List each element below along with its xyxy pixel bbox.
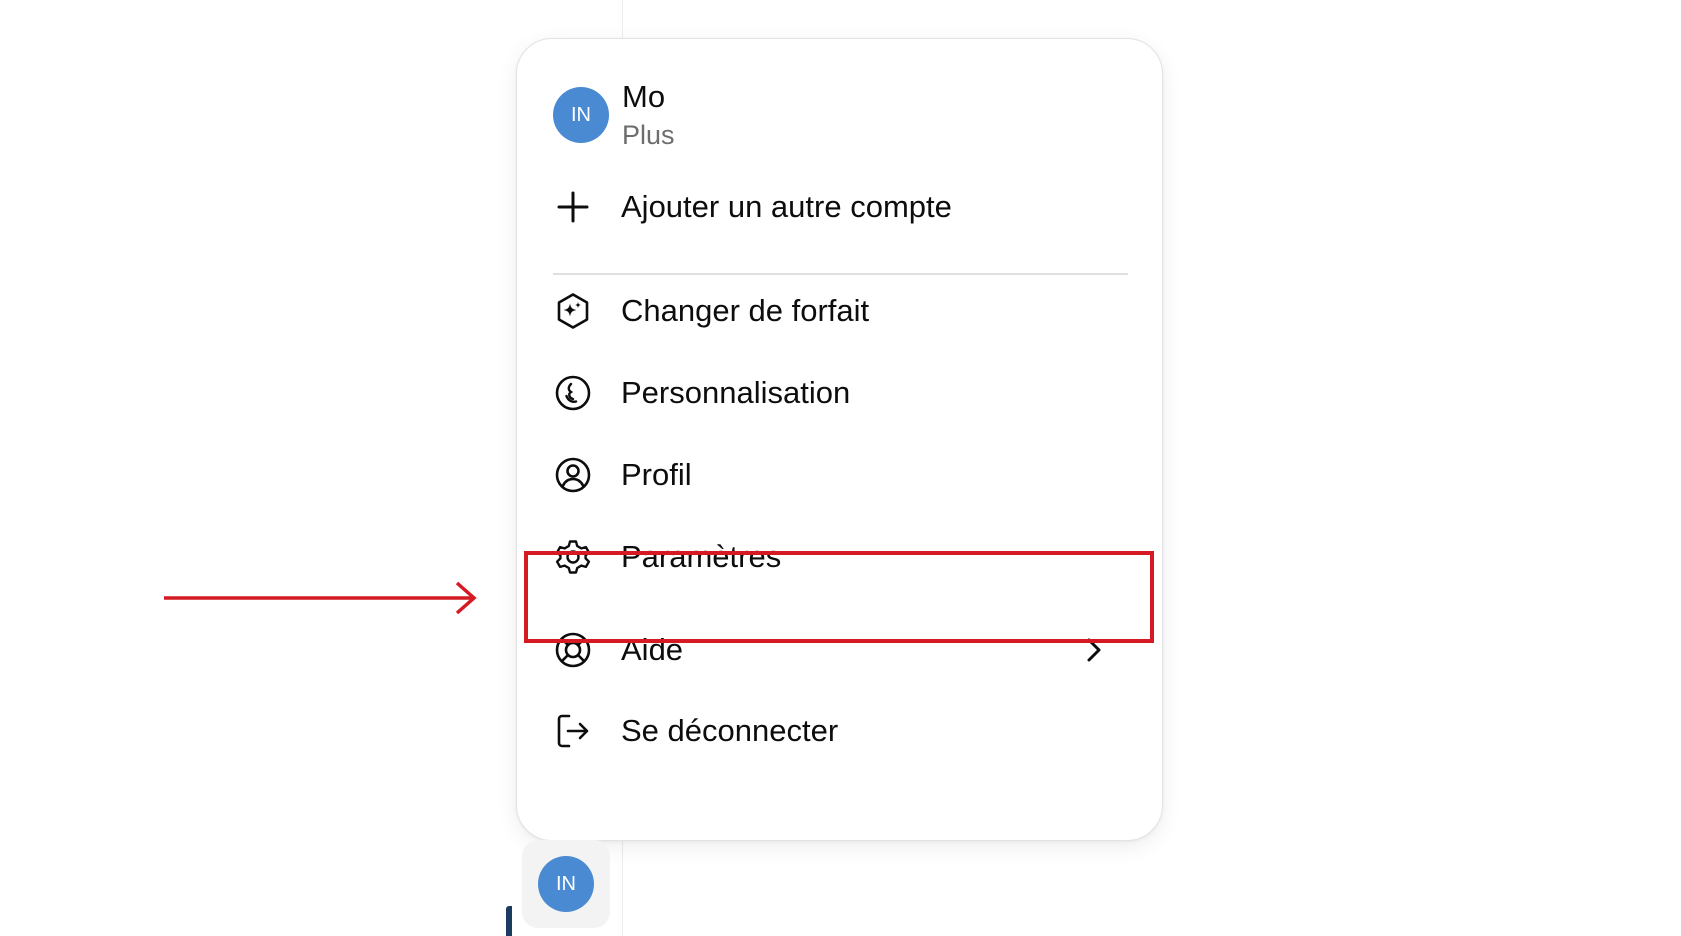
menu-item-add-account[interactable]: Ajouter un autre compte (553, 176, 1128, 238)
plus-icon (553, 187, 593, 227)
avatar: IN (553, 87, 609, 143)
menu-item-label: Ajouter un autre compte (621, 189, 952, 224)
sidebar-corner (506, 906, 512, 936)
account-menu-popover: IN Mo Plus Ajouter un autre compte Chang… (516, 38, 1163, 841)
avatar: IN (538, 856, 594, 912)
menu-item-logout[interactable]: Se déconnecter (553, 700, 1128, 762)
current-account[interactable]: IN Mo Plus (553, 73, 1113, 157)
menu-item-label: Personnalisation (621, 375, 851, 410)
account-menu-button[interactable]: IN (522, 840, 610, 928)
highlight-box (524, 551, 1154, 643)
account-plan: Plus (622, 120, 675, 150)
sparkle-badge-icon (553, 291, 593, 331)
menu-item-profile[interactable]: Profil (553, 444, 1128, 506)
account-name: Mo (622, 79, 666, 114)
menu-item-label: Se déconnecter (621, 713, 839, 748)
menu-item-label: Profil (621, 457, 692, 492)
smiley-icon (553, 373, 593, 413)
logout-icon (553, 711, 593, 751)
menu-item-label: Changer de forfait (621, 293, 870, 328)
pointer-arrow (164, 581, 477, 615)
menu-item-change-plan[interactable]: Changer de forfait (553, 280, 1128, 342)
menu-separator (553, 273, 1128, 275)
user-circle-icon (553, 455, 593, 495)
menu-item-personalization[interactable]: Personnalisation (553, 362, 1128, 424)
